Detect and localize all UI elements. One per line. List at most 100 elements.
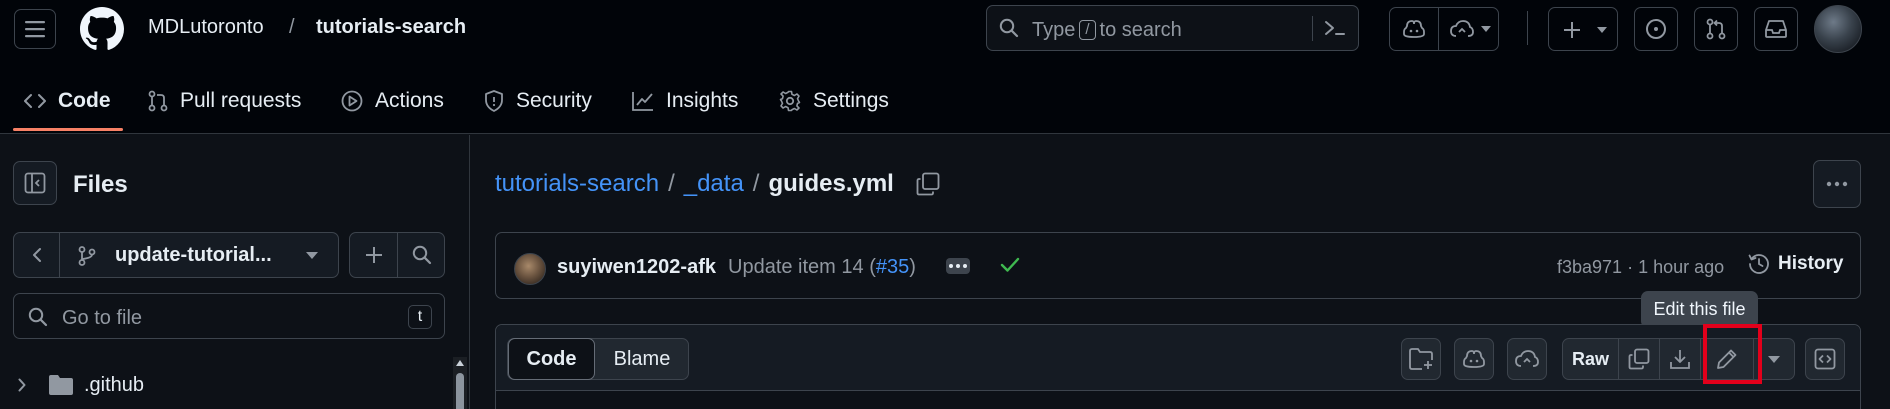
inbox-button[interactable] (1754, 7, 1798, 51)
pull-requests-button[interactable] (1694, 7, 1738, 51)
tab-settings[interactable]: Settings (779, 86, 889, 116)
git-pull-request-icon (1706, 18, 1726, 40)
search-shortcut-key: / (1079, 20, 1096, 40)
issues-button[interactable] (1634, 7, 1678, 51)
git-pull-request-icon (148, 90, 168, 112)
code-view-button[interactable]: Code (508, 338, 595, 380)
chevron-down-icon[interactable] (306, 252, 318, 259)
breadcrumb-separator: / (752, 170, 760, 197)
tab-label: Pull requests (180, 89, 302, 112)
file-tree-sidebar: Files update-tutorial... Go to file t .g… (0, 135, 470, 409)
history-button[interactable]: History (1748, 253, 1843, 275)
scroll-up-arrow-icon[interactable] (456, 360, 464, 366)
raw-button[interactable]: Raw (1563, 339, 1618, 379)
tab-insights[interactable]: Insights (632, 86, 738, 116)
plus-icon (1564, 22, 1580, 38)
search-files-button[interactable] (398, 233, 445, 277)
view-mode-toggle: Code Blame (507, 338, 689, 380)
edit-button-highlight-box (1703, 324, 1762, 384)
search-icon (412, 245, 431, 265)
segment-divider (1438, 8, 1439, 50)
code-square-icon (1814, 348, 1836, 370)
tab-pull-requests[interactable]: Pull requests (148, 86, 301, 116)
copilot-cloud-icon[interactable] (1450, 20, 1474, 38)
chevron-down-icon (1768, 355, 1780, 363)
go-to-file-input[interactable]: Go to file t (13, 293, 445, 339)
menu-button[interactable] (14, 9, 56, 49)
file-actions-group (349, 232, 445, 278)
hamburger-icon (25, 21, 45, 38)
tab-label: Code (58, 89, 111, 112)
download-button[interactable] (1660, 339, 1700, 379)
branch-selector: update-tutorial... (13, 232, 339, 278)
copilot-icon (1463, 350, 1485, 368)
sidebar-title: Files (73, 171, 128, 198)
commit-pr-link[interactable]: #35 (876, 256, 909, 278)
check-icon[interactable] (1000, 256, 1020, 274)
move-file-button[interactable] (1401, 338, 1441, 380)
search-divider (1312, 16, 1313, 41)
breadcrumb-folder-link[interactable]: _data (684, 170, 744, 198)
chevron-down-icon (1597, 27, 1607, 33)
global-header: MDLutoronto / tutorials-search Type / to s… (0, 0, 1890, 134)
issue-opened-icon (1646, 19, 1666, 39)
folder-icon (49, 375, 73, 395)
copilot-button-group (1389, 7, 1499, 51)
kebab-horizontal-icon (1826, 181, 1848, 187)
command-palette-icon[interactable] (1324, 18, 1346, 38)
search-icon (999, 18, 1019, 38)
add-file-button[interactable] (350, 233, 397, 277)
global-search-input[interactable]: Type / to search (986, 5, 1359, 51)
active-tab-indicator (13, 128, 123, 131)
chevron-left-icon (32, 248, 41, 262)
breadcrumb-repo-link[interactable]: tutorials-search (495, 170, 659, 198)
latest-commit-bar: suyiwen1202-afk Update item 14 (#35) f3b… (495, 232, 1861, 299)
sidebar-scrollbar[interactable] (453, 357, 467, 409)
tree-item-github-folder[interactable]: .github (18, 371, 144, 399)
commit-author-link[interactable]: suyiwen1202-afk (557, 256, 716, 279)
file-directory-add-icon (1409, 348, 1433, 370)
copilot-agent-button[interactable] (1507, 338, 1547, 380)
more-options-button[interactable] (1813, 160, 1861, 208)
gear-icon (779, 90, 801, 112)
blame-view-button[interactable]: Blame (595, 339, 689, 379)
ask-copilot-button[interactable] (1454, 338, 1494, 380)
tab-label: Insights (666, 89, 739, 112)
copy-raw-button[interactable] (1619, 339, 1659, 379)
edit-file-tooltip: Edit this file (1641, 291, 1758, 335)
chevron-down-icon[interactable] (1481, 26, 1491, 32)
scrollbar-thumb[interactable] (456, 373, 464, 409)
copy-path-icon[interactable] (916, 172, 940, 196)
file-breadcrumb: tutorials-search / _data / guides.yml (495, 170, 940, 198)
repo-owner-link[interactable]: MDLutoronto (148, 16, 264, 39)
chevron-right-icon[interactable] (18, 378, 26, 392)
tab-code[interactable]: Code (24, 86, 111, 116)
create-new-button[interactable] (1548, 7, 1618, 51)
cloud-upload-icon (1515, 350, 1539, 367)
github-logo-icon[interactable] (80, 7, 124, 51)
symbols-panel-button[interactable] (1805, 338, 1845, 380)
user-avatar[interactable] (1814, 5, 1862, 53)
inbox-icon (1765, 20, 1787, 38)
commit-author-avatar[interactable] (514, 253, 546, 285)
tab-actions[interactable]: Actions (341, 86, 444, 116)
copilot-icon[interactable] (1403, 19, 1425, 39)
path-separator: / (289, 16, 295, 38)
breadcrumb-file-name: guides.yml (768, 170, 894, 197)
repo-name-link[interactable]: tutorials-search (316, 16, 466, 39)
code-icon (24, 94, 46, 108)
plus-icon (365, 247, 382, 263)
shortcut-key-badge: t (408, 305, 432, 329)
commit-message[interactable]: Update item 14 (#35) (728, 256, 916, 279)
collapse-sidebar-button[interactable] (13, 161, 57, 205)
history-label: History (1778, 253, 1844, 274)
commit-sha-time[interactable]: f3ba971 · 1 hour ago (1557, 257, 1724, 278)
expand-commit-message-button[interactable] (946, 258, 970, 274)
tab-security[interactable]: Security (484, 86, 592, 116)
tab-label: Security (516, 89, 592, 112)
tree-item-label: .github (84, 373, 145, 396)
search-icon (28, 307, 48, 327)
branch-name[interactable]: update-tutorial... (115, 244, 272, 267)
download-icon (1670, 350, 1690, 369)
back-button[interactable] (14, 233, 60, 277)
